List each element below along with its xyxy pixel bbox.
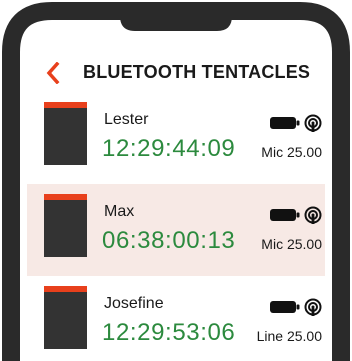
device-row[interactable]: Josefine 12:29:53:06 Line 25.00	[27, 276, 325, 361]
device-list: Lester 12:29:44:09 Mic 25.00 Max 06:38:0…	[27, 92, 325, 361]
page-title: BLUETOOTH TENTACLES	[83, 62, 311, 82]
signal-icon	[304, 114, 322, 132]
battery-icon	[270, 301, 300, 313]
app-screen: BLUETOOTH TENTACLES Lester 12:29:44:09 M…	[27, 30, 325, 361]
device-accent-stripe	[44, 194, 87, 200]
device-timecode: 12:29:44:09	[102, 135, 236, 162]
device-source: Mic 25.00	[261, 144, 322, 160]
app-header: BLUETOOTH TENTACLES	[27, 58, 325, 90]
device-source: Line 25.00	[256, 328, 322, 344]
signal-icon	[304, 298, 322, 316]
status-icons	[270, 114, 322, 132]
device-name: Max	[104, 203, 135, 220]
tentacle-device-icon	[44, 102, 87, 165]
device-accent-stripe	[44, 286, 87, 292]
device-row-selected[interactable]: Max 06:38:00:13 Mic 25.00	[27, 184, 325, 276]
device-accent-stripe	[44, 102, 87, 108]
battery-icon	[270, 117, 300, 129]
status-icons	[270, 298, 322, 316]
device-source: Mic 25.00	[261, 236, 322, 252]
tentacle-device-icon	[44, 194, 87, 257]
device-timecode: 12:29:53:06	[102, 319, 236, 346]
status-icons	[270, 206, 322, 224]
chevron-left-icon	[46, 62, 60, 84]
tentacle-device-icon	[44, 286, 87, 349]
signal-icon	[304, 206, 322, 224]
phone-mockup: BLUETOOTH TENTACLES Lester 12:29:44:09 M…	[0, 0, 352, 361]
device-name: Josefine	[104, 295, 164, 312]
device-timecode: 06:38:00:13	[102, 227, 236, 254]
device-row[interactable]: Lester 12:29:44:09 Mic 25.00	[27, 92, 325, 184]
phone-notch	[120, 8, 232, 31]
battery-icon	[270, 209, 300, 221]
back-button[interactable]	[43, 60, 63, 86]
device-name: Lester	[104, 111, 149, 128]
